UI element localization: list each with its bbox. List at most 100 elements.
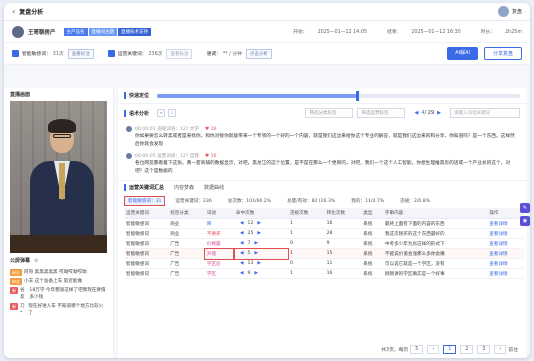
detail-link[interactable]: 查看详情 [487,238,524,249]
per-page-select[interactable]: 5 [410,345,424,354]
increase-icon[interactable]: ▶ [254,241,258,246]
end-time: 结束： 2025—01—12 16:30 [386,30,461,35]
increase-icon[interactable]: ▶ [257,261,261,266]
back-arrow-icon[interactable]: ‹ [12,7,15,16]
video-person-hair [48,119,76,133]
danmu-title: 公屏弹幕 [10,258,31,264]
increase-icon[interactable]: ▶ [257,221,261,226]
danmu-item: 新 刀* 现在好进入车 不知道哪个地方比较火了 [10,303,104,316]
analysis-panel: 快速定位 语术分析 ≡ ⇩ 筛选分类标签 筛选运营标签 ◀ 4 / 29 ▶ 请… [118,88,526,358]
table-pagination: 共3页，每页 5 ‹ 1 2 3 › 前往 [381,345,518,354]
decrease-icon[interactable]: ◀ [240,271,244,276]
next-segment-icon[interactable]: ▶ [437,110,441,116]
timeline-slider[interactable] [157,90,520,101]
fan-badge: 粉丝 [10,269,22,276]
next-page-icon[interactable]: › [494,345,507,354]
danmu-item: 粉丝 小羊 这个准备上车 就近能做 [10,278,83,285]
tab-keyword-summary[interactable]: 运营关键词汇总 [124,184,164,191]
category-filter[interactable]: 筛选分类标签 [305,108,354,118]
segment-text: 你如果要怎么转卖或者是来找你，和你对接你就能带来一个专项的一个好的一个内容，就是… [135,134,515,147]
speaker-avatar [126,153,132,159]
user-name[interactable]: 复盘 [512,8,522,15]
video-person-tie [59,163,65,199]
tab-content[interactable]: 内容梦森 [174,184,194,191]
transcript: 00:00:01 违规词语：12? 大学 ♥ 16 你如果要怎么转卖或者是来找你… [118,126,526,176]
segment-header: 00:00:05 运营词语：12? 自我 ♥ 16 [126,153,518,159]
prev-page-icon[interactable]: ‹ [427,345,440,354]
new-badge: 新 [10,303,18,310]
decrease-icon[interactable]: ◀ [240,231,244,236]
decrease-icon[interactable]: ◀ [240,261,244,266]
danmu-item: 新 谷友 18万学 今年都涨这样了吧我现在要值多少钱 [10,287,106,300]
danmu-header: 公屏弹幕 ⚙ [4,253,113,268]
speech-label: 语术分析 [124,109,149,117]
new-badge: 新 [10,287,18,294]
export-icon[interactable]: ⇩ [168,109,177,117]
tag-support: 直播技术支持 [118,27,152,36]
detail-link[interactable]: 查看详情 [487,228,524,239]
table-row[interactable]: 智能敏感词 广告 价格最 ◀ 7 ▶ 0 9 系统 中考多少年为房这样的形式下 查看… [124,238,524,249]
live-info-bar: 王哥聊房产 主产品名 直播间主题 直播技术支持 开始： 2025—01—12 14… [4,21,530,43]
keyword-view-button[interactable]: 查看标注 [166,48,193,59]
stat-tone: 语调： ** / 分钟 点击分析 [206,48,272,59]
detail-link[interactable]: 查看详情 [487,258,524,269]
keyword-icon [107,50,115,57]
sensitive-chip[interactable]: 智能敏感词：31 [124,196,166,206]
tag-theme: 直播间主题 [88,27,118,36]
page-title: 复盘分析 [19,9,44,16]
tag-row: 主产品名 直播间主题 直播技术支持 [63,27,153,36]
live-video[interactable] [10,101,107,253]
user-avatar[interactable] [497,6,509,17]
decrease-icon[interactable]: ◀ [240,221,244,226]
detail-link[interactable]: 查看详情 [487,248,524,259]
ai-button[interactable]: AI解AI [447,47,478,60]
segment-meta: 00:00:05 运营词语：12? 自我 [135,154,199,159]
stats-bar: 智能敏感词： 31次 查看标注 运营关键词： 236次 查看标注 语调： ** … [4,43,530,65]
prev-segment-icon[interactable]: ◀ [414,110,418,116]
quick-locate: 快速定位 [118,88,526,104]
page-3[interactable]: 3 [477,345,491,354]
speech-header: 语术分析 ≡ ⇩ 筛选分类标签 筛选运营标签 ◀ 4 / 29 ▶ 请输入问话关… [118,104,526,122]
table-row[interactable]: 智能敏感词 广告 学区 ◀ 9 ▶ 1 16 系统 刚刚讲的学区确实是一个好事 查看… [124,268,524,279]
decrease-icon[interactable]: ◀ [240,251,244,256]
keyword-search-input[interactable]: 请输入问话关键词 [450,108,520,118]
page-1[interactable]: 1 [443,345,457,354]
fan-badge: 粉丝 [10,278,22,285]
video-person-glasses [53,134,71,138]
operation-filter[interactable]: 筛选运营标签 [357,108,406,118]
timeline-knob[interactable] [355,90,359,101]
decrease-icon[interactable]: ◀ [240,241,244,246]
danmu-item: 粉丝 阿哥 黑黑黑黑黑 哎呦哎呦哎呦 [10,269,87,276]
detail-link[interactable]: 查看详情 [487,218,524,229]
increase-icon[interactable]: ▶ [254,251,258,256]
increase-icon[interactable]: ▶ [254,271,258,276]
table-row[interactable]: 智能敏感词 广告 学区房 ◀ 13 ▶ 0 11 系统 可以说它就是一个学区，没有 … [124,258,524,269]
table-row-highlighted[interactable]: 智能敏感词 广告 升值 ◀ 5 ▶ 1 15 系统 不能说价值会涨那么多你会赚 查看… [124,247,524,260]
segment-pager: ◀ 4 / 29 ▶ [414,110,441,116]
robot-icon[interactable]: ◉ [520,216,530,226]
table-row[interactable]: 智能敏感词 商业 不要买 ◀ 25 ▶ 1 28 系统 我这次刚买的这个东西最好的 … [124,228,524,239]
tag-product: 主产品名 [63,27,88,36]
tab-curve[interactable]: 数据曲线 [204,184,224,191]
page-2[interactable]: 2 [460,345,474,354]
table-row[interactable]: 智能敏感词 商业 降 ◀ 12 ▶ 1 16 系统 最终上面有下面的内容的东西 查看… [124,218,524,229]
list-view-icon[interactable]: ≡ [157,109,166,117]
share-review-button[interactable]: 分享复盘 [483,47,522,60]
filter-icon[interactable]: ⚙ [34,258,38,264]
violation-icon [12,50,19,57]
duration: 时长： 2h25m [480,30,522,35]
side-toolbar: ✎ ◉ [520,203,530,229]
tone-analyze-button[interactable]: 点击分析 [245,48,272,59]
segment-header: 00:00:01 违规词语：12? 大学 ♥ 16 [126,126,518,132]
anchor-avatar [12,25,24,38]
detail-link[interactable]: 查看详情 [487,268,524,279]
shop-name: 王哥聊房产 [28,29,56,36]
violation-view-button[interactable]: 查看标注 [67,48,94,59]
increase-icon[interactable]: ▶ [257,231,261,236]
speaker-avatar [126,126,132,132]
assistant-icon[interactable]: ✎ [520,203,530,213]
time-info: 开始： 2025—01—12 14:05 结束： 2025—01—12 16:30 … [273,28,522,35]
segment-text: 各位网友都看着下这张。黄一套商铺的数据显示，对吧，黑龙江的这个位置，是不是在那么… [135,161,511,174]
timeline-fill [157,93,357,98]
start-time: 开始： 2025—01—12 14:05 [293,30,367,35]
